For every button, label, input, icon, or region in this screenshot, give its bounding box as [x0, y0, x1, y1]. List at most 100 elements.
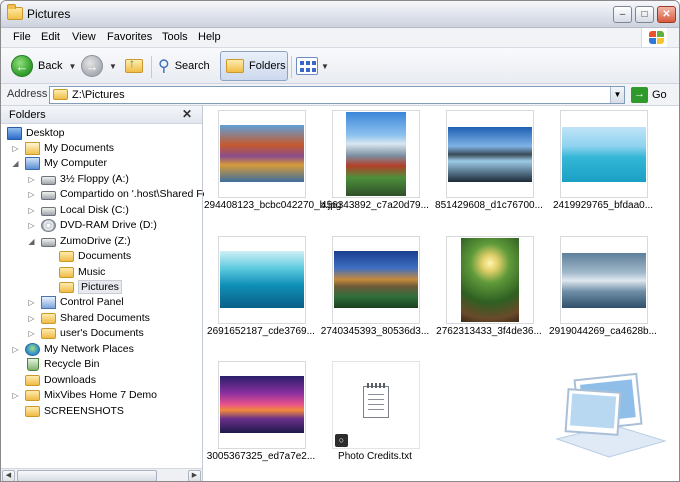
menu-edit[interactable]: Edit	[41, 31, 60, 43]
file-item[interactable]: 2691652187_cde3769...	[204, 234, 318, 356]
tree-item-floppy[interactable]: ▷ 3½ Floppy (A:)	[27, 171, 128, 187]
tree-item-shared-folder[interactable]: ▷ Compartido on '.host\Shared Fol	[27, 186, 211, 202]
toolbar-separator	[151, 56, 152, 78]
file-caption: 2740345393_80536d3...	[320, 326, 430, 337]
search-icon: ⚲	[158, 58, 170, 75]
menu-help[interactable]: Help	[198, 31, 221, 43]
go-arrow-icon: →	[631, 87, 648, 103]
expand-arrow-icon[interactable]: ▷	[11, 391, 20, 400]
forward-dropdown-icon[interactable]: ▼	[109, 62, 117, 71]
expand-arrow-icon[interactable]: ▷	[27, 221, 36, 230]
expand-arrow-icon[interactable]: ▷	[27, 175, 36, 184]
tree-item-label: Downloads	[44, 374, 96, 386]
title-bar[interactable]: Pictures – □ ✕	[1, 1, 679, 28]
menu-tools[interactable]: Tools	[162, 31, 188, 43]
file-caption: 2762313433_3f4de36...	[436, 326, 542, 337]
maximize-button[interactable]: □	[635, 6, 654, 23]
scroll-left-icon[interactable]: ◀	[2, 470, 15, 481]
expand-arrow-icon[interactable]: ▷	[27, 206, 36, 215]
menu-file[interactable]: File	[13, 31, 31, 43]
tree-item-music[interactable]: Music	[59, 264, 105, 280]
floppy-drive-icon	[41, 175, 56, 185]
toolbar: ← Back ▼ → ▼ ↑ ⚲ Search Folders ▼	[1, 48, 679, 84]
file-item[interactable]: ○ Photo Credits.txt	[318, 359, 432, 481]
tree-item-recycle-bin[interactable]: Recycle Bin	[25, 356, 99, 372]
tree-item-users-documents[interactable]: ▷ user's Documents	[27, 325, 144, 341]
address-input[interactable]: Z:\Pictures ▼	[49, 86, 625, 104]
tree-item-label: Compartido on '.host\Shared Fol	[60, 188, 211, 200]
file-item[interactable]: 851429608_d1c76700...	[432, 108, 546, 230]
views-dropdown-icon[interactable]: ▼	[321, 62, 329, 71]
tree-item-mixvibes[interactable]: ▷ MixVibes Home 7 Demo	[11, 387, 157, 403]
forward-arrow-icon: →	[81, 55, 103, 77]
tree-item-desktop[interactable]: Desktop	[7, 125, 65, 141]
folder-icon	[25, 406, 40, 417]
up-folder-icon: ↑	[125, 56, 143, 73]
file-item[interactable]: 2762313433_3f4de36...	[432, 234, 546, 356]
close-pane-icon[interactable]: ✕	[182, 107, 192, 121]
toolbar-separator	[291, 56, 292, 78]
horizontal-scrollbar[interactable]: ◀ ▶	[1, 468, 202, 481]
expand-arrow-icon[interactable]: ▷	[11, 345, 20, 354]
file-item[interactable]: 294408123_bcbc042270_b.jpg	[204, 108, 342, 230]
scroll-right-icon[interactable]: ▶	[188, 470, 201, 481]
tree-item-documents[interactable]: Documents	[59, 248, 131, 264]
file-item[interactable]: 2740345393_80536d3...	[318, 234, 432, 356]
network-places-icon	[25, 342, 40, 356]
tree-item-my-computer[interactable]: ◢ My Computer	[11, 155, 107, 171]
tree-item-label: DVD-RAM Drive (D:)	[60, 219, 157, 231]
tree-item-label: Shared Documents	[60, 312, 150, 324]
tree-item-my-documents[interactable]: ▷ My Documents	[11, 140, 114, 156]
search-label: Search	[174, 60, 210, 72]
menu-favorites[interactable]: Favorites	[107, 31, 152, 43]
tree-item-shared-documents[interactable]: ▷ Shared Documents	[27, 310, 150, 326]
expand-arrow-icon[interactable]: ▷	[27, 329, 36, 338]
tree-item-downloads[interactable]: Downloads	[25, 372, 96, 388]
scrollbar-thumb[interactable]	[17, 470, 157, 481]
tree-item-zumodrive[interactable]: ◢ ZumoDrive (Z:)	[27, 233, 130, 249]
back-button[interactable]: ← Back ▼	[11, 52, 76, 80]
tree-item-label: My Network Places	[44, 343, 134, 355]
expand-arrow-icon[interactable]: ▷	[27, 298, 36, 307]
image-thumbnail	[560, 236, 648, 324]
folder-icon	[59, 267, 74, 278]
up-folder-button[interactable]: ↑	[125, 52, 143, 80]
image-thumbnail	[446, 110, 534, 198]
go-button[interactable]: → Go	[631, 86, 667, 104]
tree-item-screenshots[interactable]: SCREENSHOTS	[25, 403, 124, 419]
menu-view[interactable]: View	[72, 31, 96, 43]
tree-item-control-panel[interactable]: ▷ Control Panel	[27, 294, 124, 310]
back-dropdown-icon[interactable]: ▼	[68, 62, 76, 71]
expand-arrow-icon[interactable]: ▷	[27, 190, 36, 199]
forward-button[interactable]: → ▼	[81, 52, 117, 80]
tree-item-network-places[interactable]: ▷ My Network Places	[11, 341, 134, 357]
search-button[interactable]: ⚲ Search	[158, 52, 210, 80]
tree-item-pictures[interactable]: Pictures	[59, 279, 122, 295]
recycle-bin-icon	[27, 357, 39, 371]
collapse-arrow-icon[interactable]: ◢	[27, 237, 36, 246]
minimize-button[interactable]: –	[613, 6, 632, 23]
file-item[interactable]: 3005367325_ed7a7e2...	[204, 359, 318, 481]
shortcut-overlay-icon: ○	[335, 434, 348, 447]
file-item[interactable]: 456343892_c7a20d79...	[318, 108, 432, 230]
close-button[interactable]: ✕	[657, 6, 676, 23]
folders-label: Folders	[249, 60, 286, 72]
expand-arrow-icon[interactable]: ▷	[11, 144, 20, 153]
file-caption: 851429608_d1c76700...	[435, 200, 543, 211]
folder-icon	[53, 89, 68, 100]
collapse-arrow-icon[interactable]: ◢	[11, 159, 20, 168]
folders-pane-header: Folders ✕	[1, 106, 202, 124]
tree-item-local-disk[interactable]: ▷ Local Disk (C:)	[27, 202, 128, 218]
tree-item-dvd-drive[interactable]: ▷ DVD-RAM Drive (D:)	[27, 217, 157, 233]
desktop-icon	[7, 126, 22, 140]
address-dropdown-icon[interactable]: ▼	[610, 87, 624, 103]
views-button[interactable]: ▼	[296, 52, 329, 80]
back-arrow-icon: ←	[11, 55, 33, 77]
file-caption: 294408123_bcbc042270_b.jpg	[204, 200, 342, 211]
views-icon	[296, 57, 318, 75]
file-item[interactable]: 2919044269_ca4628b...	[546, 234, 660, 356]
folders-button[interactable]: Folders	[220, 51, 288, 81]
image-thumbnail	[332, 236, 420, 324]
expand-arrow-icon[interactable]: ▷	[27, 314, 36, 323]
file-item[interactable]: 2419929765_bfdaa0...	[546, 108, 660, 230]
